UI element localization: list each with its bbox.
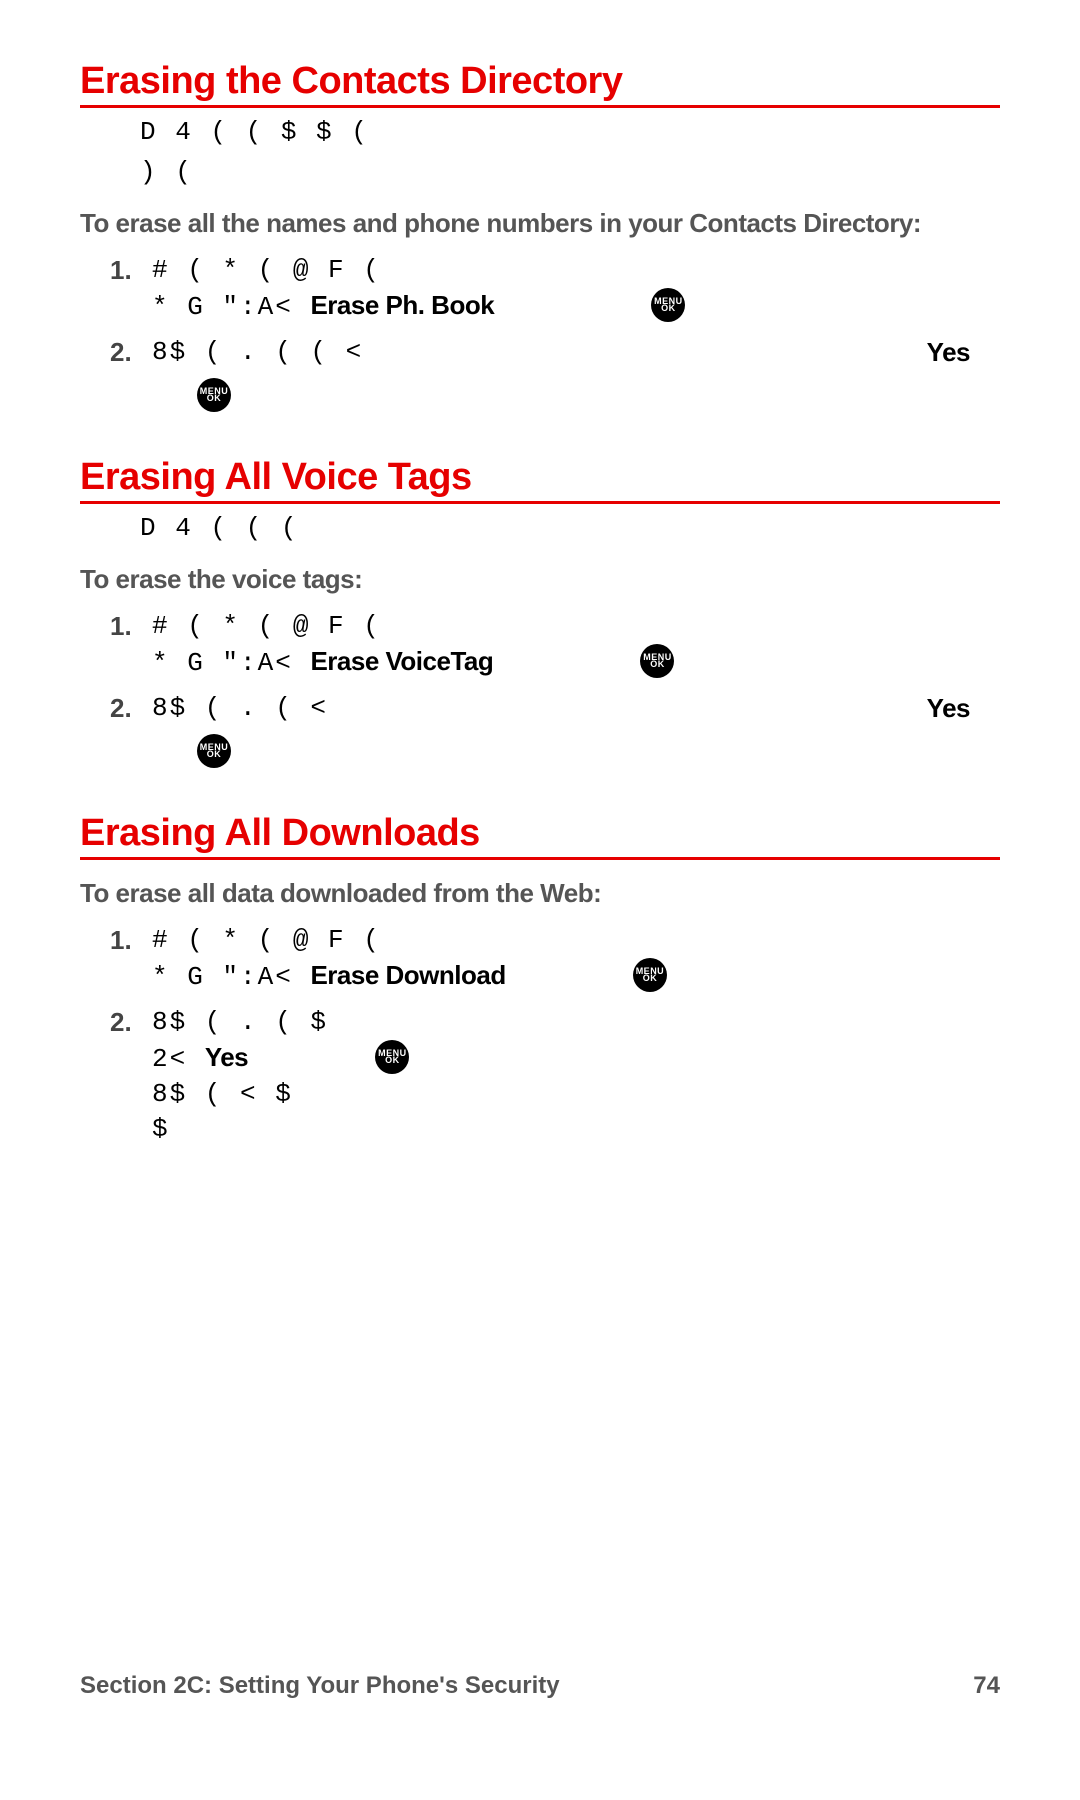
step-text: # ( * ( @ F ( xyxy=(152,255,381,285)
step-row: 2. 8$ ( . ( < Yes xyxy=(80,691,1000,726)
icon-line: MENUOK xyxy=(80,736,1000,770)
step-body: # ( * ( @ F ( * G ":A< Erase Download ME… xyxy=(152,923,1000,995)
menu-option-label: Erase VoiceTag xyxy=(310,646,493,676)
step-text: 8$ ( . ( < xyxy=(152,693,328,723)
menu-ok-icon: MENUOK xyxy=(640,644,674,678)
step-text: * G ":A< xyxy=(152,648,310,678)
step-row: 1. # ( * ( @ F ( * G ":A< Erase VoiceTag… xyxy=(80,609,1000,681)
step-text: # ( * ( @ F ( xyxy=(152,611,381,641)
step-number: 2. xyxy=(110,335,152,370)
menu-ok-icon: MENUOK xyxy=(651,288,685,322)
step-body: 8$ ( . ( < Yes xyxy=(152,691,1000,726)
step-number: 2. xyxy=(110,691,152,726)
step-text: # ( * ( @ F ( xyxy=(152,925,381,955)
step-number: 1. xyxy=(110,253,152,288)
step-text: * G ":A< xyxy=(152,962,310,992)
step-row: 1. # ( * ( @ F ( * G ":A< Erase Ph. Book… xyxy=(80,253,1000,325)
menu-option-label: Erase Download xyxy=(310,960,505,990)
yes-label: Yes xyxy=(205,1042,248,1072)
step-text: 8$ ( < $ xyxy=(152,1079,293,1109)
step-number: 1. xyxy=(110,609,152,644)
step-body: # ( * ( @ F ( * G ":A< Erase VoiceTag ME… xyxy=(152,609,1000,681)
intro-text: ) ( xyxy=(80,156,1000,190)
footer-section-label: Section 2C: Setting Your Phone's Securit… xyxy=(80,1672,560,1700)
sub-intro: To erase all the names and phone numbers… xyxy=(80,208,1000,239)
menu-ok-icon: MENUOK xyxy=(633,958,667,992)
step-number: 2. xyxy=(110,1005,152,1040)
page-number: 74 xyxy=(973,1672,1000,1700)
yes-label: Yes xyxy=(927,335,970,370)
step-row: 2. 8$ ( . ( $ 2< Yes MENUOK 8$ ( < $ $ xyxy=(80,1005,1000,1147)
sub-intro: To erase all data downloaded from the We… xyxy=(80,878,1000,909)
page-footer: Section 2C: Setting Your Phone's Securit… xyxy=(80,1672,1000,1700)
heading-contacts: Erasing the Contacts Directory xyxy=(80,60,1000,108)
sub-intro: To erase the voice tags: xyxy=(80,564,1000,595)
intro-text: D 4 ( ( ( xyxy=(80,512,1000,546)
step-body: # ( * ( @ F ( * G ":A< Erase Ph. Book ME… xyxy=(152,253,1000,325)
step-body: 8$ ( . ( $ 2< Yes MENUOK 8$ ( < $ $ xyxy=(152,1005,1000,1147)
menu-ok-icon: MENUOK xyxy=(197,734,231,768)
step-text: $ xyxy=(152,1114,170,1144)
yes-label: Yes xyxy=(927,691,970,726)
menu-ok-icon: MENUOK xyxy=(375,1040,409,1074)
step-text: * G ":A< xyxy=(152,292,310,322)
step-text: 8$ ( . ( ( < xyxy=(152,337,363,367)
menu-ok-icon: MENUOK xyxy=(197,378,231,412)
heading-downloads: Erasing All Downloads xyxy=(80,812,1000,860)
step-row: 2. 8$ ( . ( ( < Yes xyxy=(80,335,1000,370)
intro-text: D 4 ( ( $ $ ( xyxy=(80,116,1000,150)
step-number: 1. xyxy=(110,923,152,958)
step-row: 1. # ( * ( @ F ( * G ":A< Erase Download… xyxy=(80,923,1000,995)
heading-voicetags: Erasing All Voice Tags xyxy=(80,456,1000,504)
step-body: 8$ ( . ( ( < Yes xyxy=(152,335,1000,370)
icon-line: MENUOK xyxy=(80,380,1000,414)
step-text: 8$ ( . ( $ xyxy=(152,1007,328,1037)
menu-option-label: Erase Ph. Book xyxy=(310,290,494,320)
step-text: 2< xyxy=(152,1044,205,1074)
